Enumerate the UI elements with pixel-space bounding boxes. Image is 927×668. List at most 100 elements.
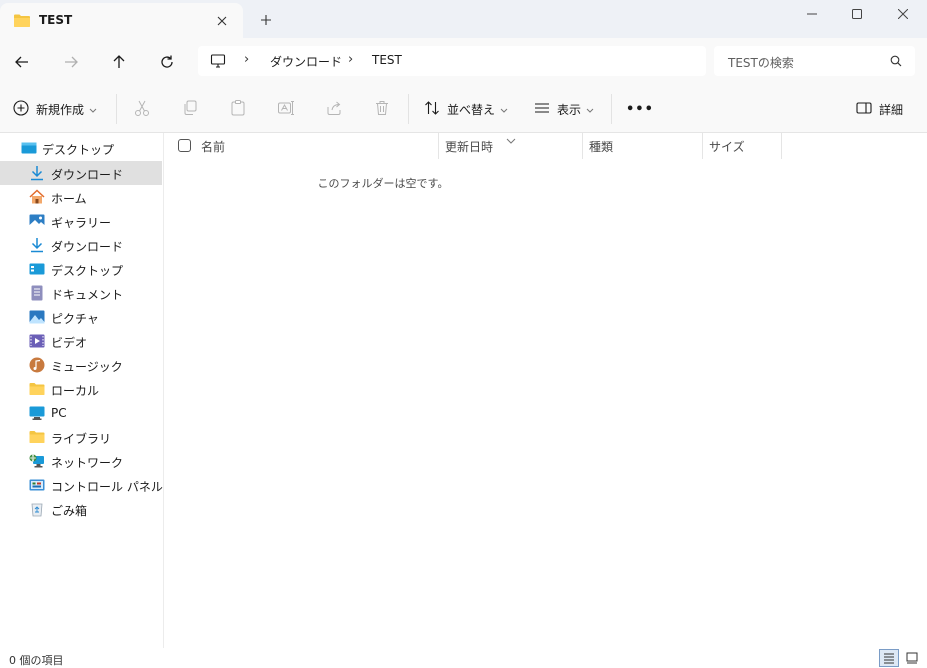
view-button[interactable]: 表示 — [534, 97, 594, 121]
new-tab-button[interactable] — [256, 10, 276, 30]
title-bar: TEST — [0, 0, 927, 38]
sidebar-item-music[interactable]: ミュージック — [0, 353, 162, 377]
address-bar[interactable]: › ダウンロード › TEST — [198, 46, 706, 76]
select-all-checkbox[interactable] — [178, 139, 191, 152]
toolbar-divider — [611, 94, 612, 124]
delete-button[interactable] — [373, 97, 391, 121]
sidebar-item-recycle-bin[interactable]: ごみ箱 — [0, 497, 162, 521]
sidebar-item-gallery[interactable]: ギャラリー — [0, 209, 162, 233]
sidebar-item-desktop-root[interactable]: デスクトップ — [0, 136, 162, 160]
sidebar-item-pc[interactable]: PC — [0, 401, 162, 425]
sort-button[interactable]: 並べ替え — [424, 97, 508, 121]
toolbar-divider — [408, 94, 409, 124]
chevron-down-icon — [586, 102, 594, 116]
empty-folder-message: このフォルダーは空です。 — [317, 177, 449, 190]
search-placeholder: TESTの検索 — [728, 56, 794, 70]
sidebar-item-label: ライブラリ — [51, 432, 112, 446]
home-icon — [29, 189, 45, 205]
sidebar-item-downloads-2[interactable]: ダウンロード — [0, 233, 162, 257]
copy-button[interactable] — [181, 97, 199, 121]
chevron-down-icon — [89, 102, 97, 116]
column-divider[interactable] — [582, 133, 583, 159]
column-divider[interactable] — [438, 133, 439, 159]
sidebar-item-label: コントロール パネル — [51, 480, 163, 494]
scissors-icon — [133, 99, 151, 120]
gallery-icon — [29, 213, 45, 229]
more-dots-icon: ••• — [626, 101, 654, 117]
column-header-type[interactable]: 種類 — [589, 133, 613, 159]
search-input[interactable]: TESTの検索 — [714, 46, 915, 76]
new-button[interactable]: 新規作成 — [13, 97, 97, 121]
sidebar-item-label: ダウンロード — [51, 240, 124, 254]
sidebar-item-libraries[interactable]: ライブラリ — [0, 425, 162, 449]
file-list: 名前 更新日時 種類 サイズ このフォルダーは空です。 — [164, 133, 927, 648]
column-header-name[interactable]: 名前 — [201, 133, 225, 159]
sidebar-item-network[interactable]: ネットワーク — [0, 449, 162, 473]
sidebar-item-local[interactable]: ローカル — [0, 377, 162, 401]
sidebar-item-documents[interactable]: ドキュメント — [0, 281, 162, 305]
column-header-size[interactable]: サイズ — [709, 133, 745, 159]
refresh-button[interactable] — [155, 50, 179, 74]
maximize-button[interactable] — [834, 0, 880, 28]
details-pane-icon — [856, 100, 872, 119]
sidebar-item-label: ごみ箱 — [51, 504, 88, 518]
trash-icon — [373, 99, 391, 120]
navigation-pane: デスクトップ ダウンロード ホーム ギャラリー ダウンロード デスクトップ ドキ… — [0, 133, 164, 648]
download-icon — [29, 165, 45, 181]
rename-button[interactable] — [277, 97, 295, 121]
column-divider[interactable] — [702, 133, 703, 159]
breadcrumb-downloads[interactable]: ダウンロード — [270, 53, 342, 70]
share-icon — [325, 99, 343, 120]
address-row: › ダウンロード › TEST TESTの検索 — [0, 38, 927, 84]
copy-icon — [181, 99, 199, 120]
breadcrumb-test[interactable]: TEST — [372, 53, 402, 67]
sidebar-item-label: ピクチャ — [51, 312, 99, 326]
details-pane-button[interactable]: 詳細 — [856, 97, 903, 121]
sidebar-item-home[interactable]: ホーム — [0, 185, 162, 209]
tab-title: TEST — [39, 13, 73, 27]
forward-button[interactable] — [59, 50, 83, 74]
recycle-bin-icon — [29, 501, 45, 517]
status-bar: 0 個の項目 — [0, 648, 927, 668]
minimize-button[interactable] — [789, 0, 835, 28]
sidebar-item-label: ギャラリー — [51, 216, 112, 230]
plus-circle-icon — [13, 99, 29, 119]
folder-icon — [29, 381, 45, 397]
desktop-icon — [29, 261, 45, 277]
cut-button[interactable] — [133, 97, 151, 121]
toolbar-divider — [116, 94, 117, 124]
more-options-button[interactable]: ••• — [626, 97, 654, 121]
details-view-button[interactable] — [879, 649, 899, 667]
command-bar: 新規作成 並べ替え 表示 ••• 詳細 — [0, 84, 927, 133]
pc-icon — [210, 53, 226, 72]
back-button[interactable] — [10, 50, 34, 74]
sidebar-item-downloads[interactable]: ダウンロード — [0, 161, 162, 185]
sidebar-item-pictures[interactable]: ピクチャ — [0, 305, 162, 329]
rename-icon — [277, 99, 295, 120]
sidebar-item-videos[interactable]: ビデオ — [0, 329, 162, 353]
download-icon — [29, 237, 45, 253]
list-view-icon — [534, 100, 550, 119]
close-window-button[interactable] — [880, 0, 926, 28]
network-icon — [29, 453, 45, 469]
share-button[interactable] — [325, 97, 343, 121]
pc-icon — [29, 405, 45, 421]
sort-icon — [424, 100, 440, 119]
sidebar-item-label: デスクトップ — [42, 143, 115, 157]
sidebar-item-control-panel[interactable]: コントロール パネル — [0, 473, 163, 497]
sidebar-item-label: ホーム — [51, 192, 87, 206]
music-icon — [29, 357, 45, 373]
column-header-modified[interactable]: 更新日時 — [445, 133, 493, 159]
up-button[interactable] — [107, 50, 131, 74]
sidebar-item-desktop[interactable]: デスクトップ — [0, 257, 162, 281]
clipboard-icon — [229, 99, 247, 120]
tiles-view-button[interactable] — [902, 649, 922, 667]
paste-button[interactable] — [229, 97, 247, 121]
tab-test[interactable]: TEST — [0, 3, 243, 38]
close-icon[interactable] — [212, 11, 232, 31]
video-icon — [29, 333, 45, 349]
sidebar-item-label: ビデオ — [51, 336, 88, 350]
column-divider[interactable] — [781, 133, 782, 159]
sidebar-item-label: ローカル — [51, 384, 100, 398]
control-panel-icon — [29, 477, 45, 493]
